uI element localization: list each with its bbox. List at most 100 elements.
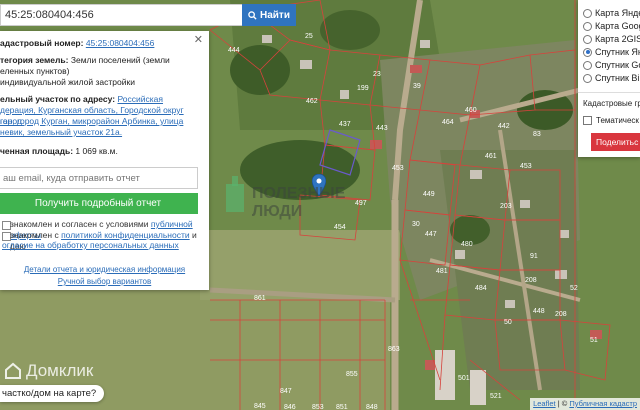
layer-option-yandex-satellite[interactable]: Спутник Ян — [583, 46, 640, 58]
svg-text:484: 484 — [475, 285, 487, 292]
svg-text:454: 454 — [334, 224, 346, 231]
share-button[interactable]: Поделитьс — [591, 133, 640, 151]
cadastral-boundaries-title: Кадастровые гра — [583, 99, 640, 108]
report-details-link[interactable]: Детали отчета и юридическая информация — [0, 265, 209, 274]
svg-text:30: 30 — [412, 221, 420, 228]
thematic-layer-toggle[interactable]: Тематическ — [583, 116, 639, 125]
map-attribution: Leaflet | © Публичная кадастр — [530, 398, 640, 410]
layer-radio[interactable] — [583, 73, 592, 83]
svg-text:481: 481 — [436, 268, 448, 275]
layer-label: Карта 2GIS — [595, 34, 640, 44]
layer-label: Спутник Bi — [595, 73, 640, 83]
svg-text:208: 208 — [525, 277, 537, 284]
svg-text:853: 853 — [312, 404, 324, 410]
svg-text:25: 25 — [305, 33, 313, 40]
layer-label: Карта Янде — [595, 8, 640, 18]
svg-text:460: 460 — [465, 107, 477, 114]
svg-text:50: 50 — [504, 319, 512, 326]
address-label: ельный участок по адресу: — [0, 94, 116, 104]
manual-selection-link[interactable]: Ручной выбор вариантов — [0, 277, 209, 286]
svg-text:448: 448 — [533, 308, 545, 315]
offer-consent-text: знакомлен и согласен с условиями — [10, 219, 149, 229]
svg-text:447: 447 — [425, 231, 437, 238]
leaflet-link[interactable]: Leaflet — [533, 399, 556, 408]
svg-text:199: 199 — [357, 85, 369, 92]
svg-text:442: 442 — [498, 123, 510, 130]
get-report-button[interactable]: Получить подробный отчет — [0, 193, 198, 214]
watermark-line2: ЛЮДИ — [252, 203, 302, 220]
layer-label: Карта Goog — [595, 21, 640, 31]
attribution-separator: | © — [555, 399, 570, 408]
svg-text:480: 480 — [461, 241, 473, 248]
land-category-value-line2: еленных пунктов) — [0, 66, 70, 76]
svg-text:501: 501 — [458, 375, 470, 382]
land-category-value: Земли поселений (земли — [70, 55, 170, 65]
svg-text:453: 453 — [520, 163, 532, 170]
personal-data-consent-link[interactable]: огласие на обработку персональных данных — [2, 240, 179, 250]
svg-text:846: 846 — [284, 404, 296, 410]
svg-text:437: 437 — [339, 121, 351, 128]
svg-text:855: 855 — [346, 371, 358, 378]
divider — [578, 92, 640, 93]
svg-text:51: 51 — [590, 337, 598, 344]
bottom-question-banner[interactable]: частко/дом на карте? — [0, 385, 105, 402]
layer-radio[interactable] — [583, 21, 592, 31]
layer-radio[interactable] — [583, 34, 592, 44]
layer-option-google-satellite[interactable]: Спутник Go — [583, 59, 640, 71]
svg-text:208: 208 — [555, 311, 567, 318]
svg-text:861: 861 — [254, 295, 266, 302]
domclick-label: Домклик — [26, 361, 94, 380]
search-bar: Найти — [0, 4, 296, 26]
layer-label: Спутник Ян — [595, 47, 640, 57]
thematic-label: Тематическ — [596, 116, 639, 125]
area-label: ченная площадь: — [0, 146, 74, 156]
land-category-label: тегория земель: — [0, 55, 69, 65]
domclick-logo: Домклик — [4, 361, 93, 381]
email-input[interactable] — [0, 167, 198, 189]
address-link[interactable]: Российская — [117, 94, 163, 104]
area-value: 1 069 кв.м. — [75, 146, 118, 156]
watermark-line1: ПОЛЕЗНЫЕ — [252, 185, 346, 202]
svg-text:453: 453 — [392, 165, 404, 172]
domclick-icon — [5, 362, 21, 379]
svg-text:462: 462 — [306, 98, 318, 105]
layer-radio[interactable] — [583, 8, 592, 18]
layer-option-2gis-map[interactable]: Карта 2GIS — [583, 33, 640, 45]
layers-panel: Карта Янде Карта Goog Карта 2GIS Спутник… — [578, 0, 640, 157]
search-button[interactable]: Найти — [242, 4, 296, 26]
svg-text:847: 847 — [280, 388, 292, 395]
svg-text:863: 863 — [388, 346, 400, 353]
svg-text:449: 449 — [423, 191, 435, 198]
privacy-consent-text: знакомлен с — [10, 230, 59, 240]
layer-option-yandex-map[interactable]: Карта Янде — [583, 7, 640, 19]
layer-option-google-map[interactable]: Карта Goog — [583, 20, 640, 32]
layer-radio-selected[interactable] — [583, 47, 592, 57]
svg-text:444: 444 — [228, 47, 240, 54]
address-line-3[interactable]: ган, город Курган, микрорайон Арбинка, у… — [0, 116, 183, 126]
svg-text:851: 851 — [336, 404, 348, 410]
permitted-use-value: индивидуальной жилой застройки — [0, 77, 135, 87]
cadastral-number-label: адастровый номер: — [0, 38, 84, 48]
watermark-logo: ПОЛЕЗНЫЕ ЛЮДИ — [226, 176, 408, 222]
svg-text:52: 52 — [570, 285, 578, 292]
cadastral-number-link[interactable]: 45:25:080404:456 — [86, 38, 155, 48]
address-line-4[interactable]: невик, земельный участок 21а. — [0, 127, 122, 137]
cadastral-search-input[interactable] — [0, 4, 242, 26]
thematic-checkbox[interactable] — [583, 116, 592, 125]
search-button-label: Найти — [260, 9, 290, 21]
svg-text:91: 91 — [530, 253, 538, 260]
svg-text:39: 39 — [413, 83, 421, 90]
parcel-info-panel: ✕ адастровый номер: 45:25:080404:456 тег… — [0, 31, 209, 290]
svg-text:443: 443 — [376, 125, 388, 132]
svg-text:23: 23 — [373, 71, 381, 78]
svg-text:848: 848 — [366, 404, 378, 410]
privacy-policy-link[interactable]: политикой конфиденциальности — [61, 230, 190, 240]
layer-option-bing-satellite[interactable]: Спутник Bi — [583, 72, 639, 84]
svg-text:845: 845 — [254, 403, 266, 410]
svg-text:461: 461 — [485, 153, 497, 160]
svg-text:203: 203 — [500, 203, 512, 210]
layer-radio[interactable] — [583, 60, 592, 70]
layer-label: Спутник Go — [595, 60, 640, 70]
search-icon — [248, 10, 257, 20]
pkk-link[interactable]: Публичная кадастр — [569, 399, 637, 408]
